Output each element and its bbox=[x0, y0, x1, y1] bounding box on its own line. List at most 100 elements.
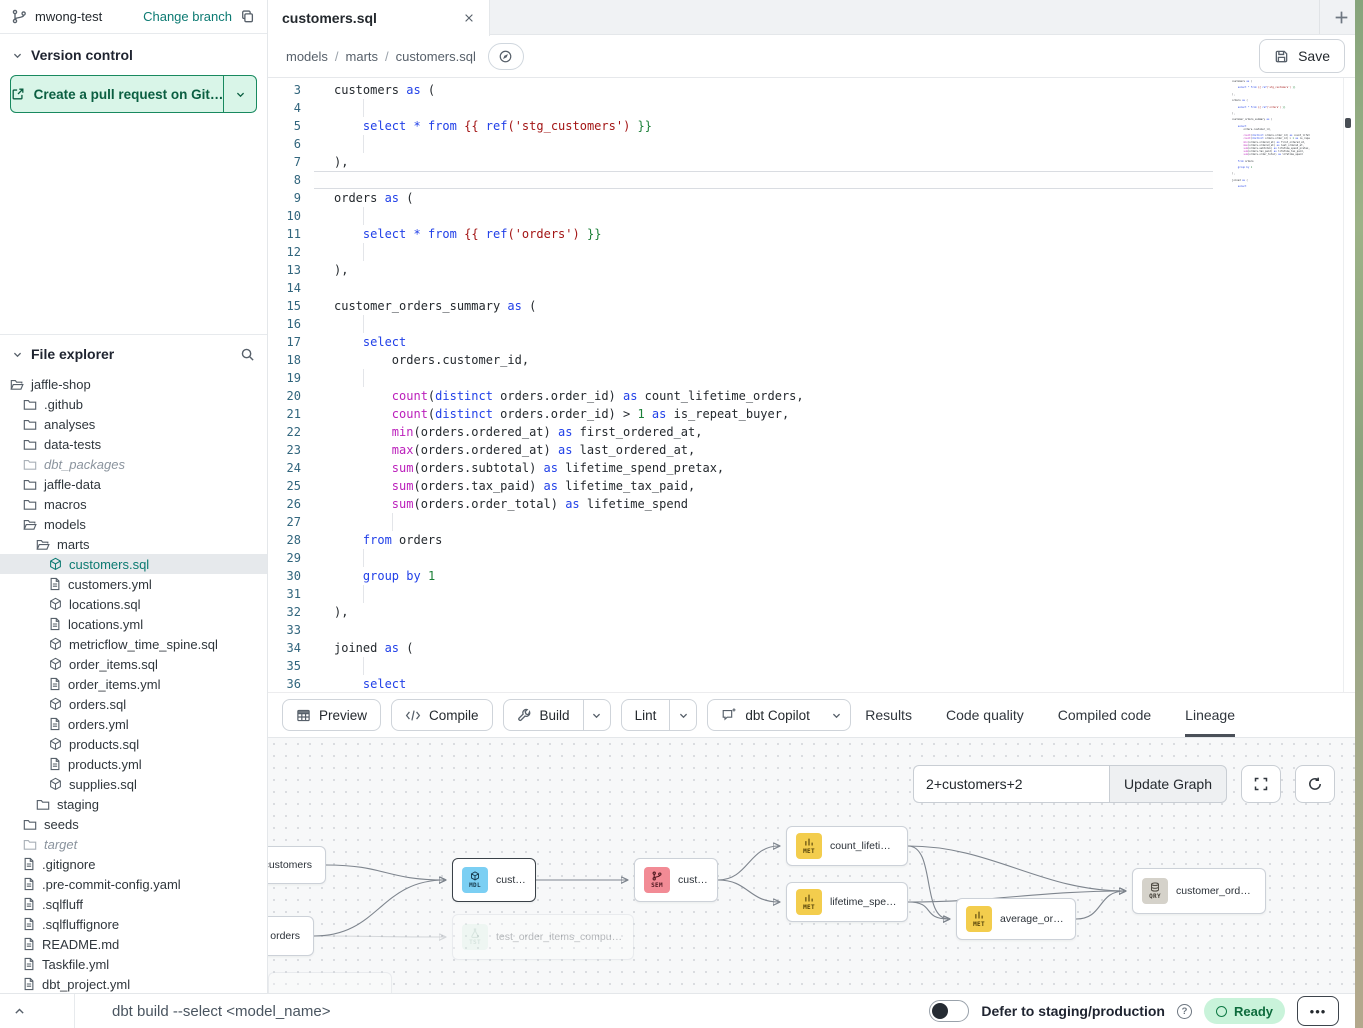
file-tree-item[interactable]: locations.yml bbox=[0, 614, 267, 634]
pr-dropdown-toggle[interactable] bbox=[223, 76, 256, 112]
panel-tab-code-quality[interactable]: Code quality bbox=[946, 693, 1024, 737]
defer-toggle[interactable] bbox=[929, 1000, 969, 1022]
code-line[interactable]: 29 bbox=[268, 549, 1363, 567]
file-tree-item[interactable]: macros bbox=[0, 494, 267, 514]
code-line[interactable]: 32), bbox=[268, 603, 1363, 621]
update-graph-button[interactable]: Update Graph bbox=[1109, 765, 1227, 803]
code-line[interactable]: 24 sum(orders.subtotal) as lifetime_spen… bbox=[268, 459, 1363, 477]
code-line[interactable]: 25 sum(orders.tax_paid) as lifetime_tax_… bbox=[268, 477, 1363, 495]
scrollbar-handle[interactable] bbox=[1345, 118, 1351, 128]
file-tree-item[interactable]: .pre-commit-config.yaml bbox=[0, 874, 267, 894]
code-line[interactable]: 8 bbox=[268, 171, 1363, 189]
file-tree-item[interactable]: staging bbox=[0, 794, 267, 814]
code-line[interactable]: 26 sum(orders.order_total) as lifetime_s… bbox=[268, 495, 1363, 513]
file-tree-item[interactable]: customers.yml bbox=[0, 574, 267, 594]
copilot-compass-button[interactable] bbox=[488, 43, 524, 70]
file-tree-item[interactable]: Taskfile.yml bbox=[0, 954, 267, 974]
lineage-node-customers_semantic[interactable]: SEMcustomers bbox=[634, 858, 718, 902]
expand-command-bar-button[interactable] bbox=[0, 994, 75, 1028]
file-tree-item[interactable]: products.yml bbox=[0, 754, 267, 774]
build-dropdown-toggle[interactable] bbox=[583, 700, 610, 730]
tab-customers-sql[interactable]: customers.sql bbox=[268, 0, 490, 36]
lineage-node-customers_model[interactable]: MDLcustomers bbox=[452, 858, 536, 902]
code-line[interactable]: 14 bbox=[268, 279, 1363, 297]
code-line[interactable]: 34joined as ( bbox=[268, 639, 1363, 657]
lineage-node-average_order_value[interactable]: METaverage_order_value bbox=[956, 898, 1076, 940]
file-tree-item[interactable]: order_items.yml bbox=[0, 674, 267, 694]
code-line[interactable]: 33 bbox=[268, 621, 1363, 639]
file-tree-item[interactable]: jaffle-shop bbox=[0, 374, 267, 394]
build-button[interactable]: Build bbox=[503, 699, 611, 731]
code-line[interactable]: 12 bbox=[268, 243, 1363, 261]
refresh-button[interactable] bbox=[1295, 765, 1335, 803]
lineage-node-stg_customers[interactable]: stg_customers bbox=[268, 846, 326, 884]
code-line[interactable]: 7), bbox=[268, 153, 1363, 171]
code-line[interactable]: 15customer_orders_summary as ( bbox=[268, 297, 1363, 315]
code-line[interactable]: 16 bbox=[268, 315, 1363, 333]
file-tree-item[interactable]: analyses bbox=[0, 414, 267, 434]
version-control-header[interactable]: Version control bbox=[0, 34, 267, 73]
file-tree-item[interactable]: seeds bbox=[0, 814, 267, 834]
preview-button[interactable]: Preview bbox=[282, 699, 381, 731]
lineage-node-lifetime_spend_pretax[interactable]: METlifetime_spend_pretax bbox=[786, 882, 908, 922]
code-line[interactable]: 6 bbox=[268, 135, 1363, 153]
code-line[interactable]: 18 orders.customer_id, bbox=[268, 351, 1363, 369]
save-button[interactable]: Save bbox=[1259, 39, 1345, 73]
panel-tab-results[interactable]: Results bbox=[865, 693, 912, 737]
compile-button[interactable]: Compile bbox=[391, 699, 493, 731]
file-tree-item[interactable]: .github bbox=[0, 394, 267, 414]
lint-dropdown-toggle[interactable] bbox=[669, 700, 696, 730]
file-tree-item[interactable]: target bbox=[0, 834, 267, 854]
file-tree-item[interactable]: orders.sql bbox=[0, 694, 267, 714]
file-explorer-header[interactable]: File explorer bbox=[0, 335, 267, 370]
lineage-panel[interactable]: stg_customersordersMDLcustomersTSTtest_o… bbox=[268, 738, 1363, 993]
file-tree-item[interactable]: data-tests bbox=[0, 434, 267, 454]
code-line[interactable]: 5 select * from {{ ref('stg_customers') … bbox=[268, 117, 1363, 135]
copy-icon[interactable] bbox=[240, 9, 255, 24]
code-line[interactable]: 31 bbox=[268, 585, 1363, 603]
code-line[interactable]: 23 max(orders.ordered_at) as last_ordere… bbox=[268, 441, 1363, 459]
code-line[interactable]: 30 group by 1 bbox=[268, 567, 1363, 585]
file-tree-item[interactable]: dbt_project.yml bbox=[0, 974, 267, 993]
file-tree-item[interactable]: jaffle-data bbox=[0, 474, 267, 494]
code-line[interactable]: 21 count(distinct orders.order_id) > 1 a… bbox=[268, 405, 1363, 423]
code-line[interactable]: 35 bbox=[268, 657, 1363, 675]
code-line[interactable]: 36 select bbox=[268, 675, 1363, 692]
file-tree-item[interactable]: metricflow_time_spine.sql bbox=[0, 634, 267, 654]
file-tree-item[interactable]: locations.sql bbox=[0, 594, 267, 614]
code-line[interactable]: 11 select * from {{ ref('orders') }} bbox=[268, 225, 1363, 243]
lineage-node-partial_node[interactable] bbox=[268, 972, 392, 993]
dbt-copilot-button[interactable]: dbt Copilot bbox=[707, 699, 851, 731]
lineage-selector-input[interactable] bbox=[913, 765, 1109, 803]
lineage-node-count_lifetime_orders[interactable]: METcount_lifetime_orders bbox=[786, 826, 908, 866]
code-line[interactable]: 17 select bbox=[268, 333, 1363, 351]
file-tree-item[interactable]: order_items.sql bbox=[0, 654, 267, 674]
code-line[interactable]: 10 bbox=[268, 207, 1363, 225]
file-tree-item[interactable]: README.md bbox=[0, 934, 267, 954]
more-options-button[interactable]: ••• bbox=[1297, 996, 1339, 1026]
file-tree-item[interactable]: .sqlfluffignore bbox=[0, 914, 267, 934]
file-tree-item[interactable]: .sqlfluff bbox=[0, 894, 267, 914]
copilot-dropdown-toggle[interactable] bbox=[823, 700, 850, 730]
file-tree-item[interactable]: models bbox=[0, 514, 267, 534]
lint-button[interactable]: Lint bbox=[621, 699, 698, 731]
code-line[interactable]: 22 min(orders.ordered_at) as first_order… bbox=[268, 423, 1363, 441]
editor-scrollbar[interactable] bbox=[1343, 78, 1351, 692]
command-input[interactable] bbox=[75, 994, 929, 1028]
file-tree-item[interactable]: customers.sql bbox=[0, 554, 267, 574]
code-line[interactable]: 9orders as ( bbox=[268, 189, 1363, 207]
code-line[interactable]: 27 bbox=[268, 513, 1363, 531]
lineage-node-test_order_items[interactable]: TSTtest_order_items_compute_to_bools… bbox=[452, 914, 634, 960]
code-line[interactable]: 28 from orders bbox=[268, 531, 1363, 549]
fullscreen-button[interactable] bbox=[1241, 765, 1281, 803]
file-tree-item[interactable]: dbt_packages bbox=[0, 454, 267, 474]
file-tree-item[interactable]: supplies.sql bbox=[0, 774, 267, 794]
close-icon[interactable] bbox=[463, 12, 475, 24]
file-tree-item[interactable]: orders.yml bbox=[0, 714, 267, 734]
file-tree-item[interactable]: .gitignore bbox=[0, 854, 267, 874]
code-editor[interactable]: 3customers as (45 select * from {{ ref('… bbox=[268, 78, 1363, 692]
code-line[interactable]: 13), bbox=[268, 261, 1363, 279]
help-icon[interactable]: ? bbox=[1177, 1004, 1192, 1019]
code-line[interactable]: 3customers as ( bbox=[268, 81, 1363, 99]
code-line[interactable]: 4 bbox=[268, 99, 1363, 117]
